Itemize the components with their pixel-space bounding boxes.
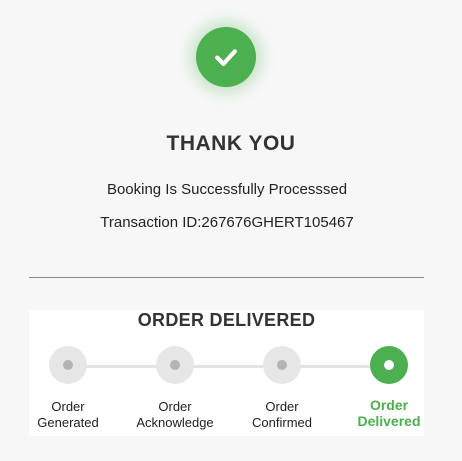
step-label: Order Confirmed [252, 399, 312, 430]
step-dot-icon [370, 346, 408, 384]
step-order-generated: Order Generated [23, 346, 113, 431]
step-dot-icon [49, 346, 87, 384]
progress-line [68, 365, 389, 368]
step-label: Order Generated [37, 399, 99, 430]
step-dot-icon [263, 346, 301, 384]
step-order-acknowledge: Order Acknowledge [130, 346, 220, 431]
transaction-id: Transaction ID:267676GHERT105467 [100, 214, 354, 231]
success-message: Booking Is Successfully Processsed [106, 181, 348, 198]
step-order-delivered: Order Delivered [344, 346, 434, 429]
order-confirmation-page: THANK YOU Booking Is Successfully Proces… [0, 0, 462, 461]
checkmark-icon [196, 27, 256, 87]
step-label: Order Delivered [357, 397, 421, 429]
step-order-confirmed: Order Confirmed [237, 346, 327, 431]
order-status-tracker: ORDER DELIVERED Order Generated Order Ac… [29, 310, 424, 436]
page-title: THANK YOU [166, 132, 296, 155]
tracker-title: ORDER DELIVERED [137, 310, 316, 330]
step-dot-icon [156, 346, 194, 384]
checkmark-glyph [215, 49, 237, 66]
divider [29, 277, 424, 278]
step-label: Order Acknowledge [136, 399, 214, 430]
